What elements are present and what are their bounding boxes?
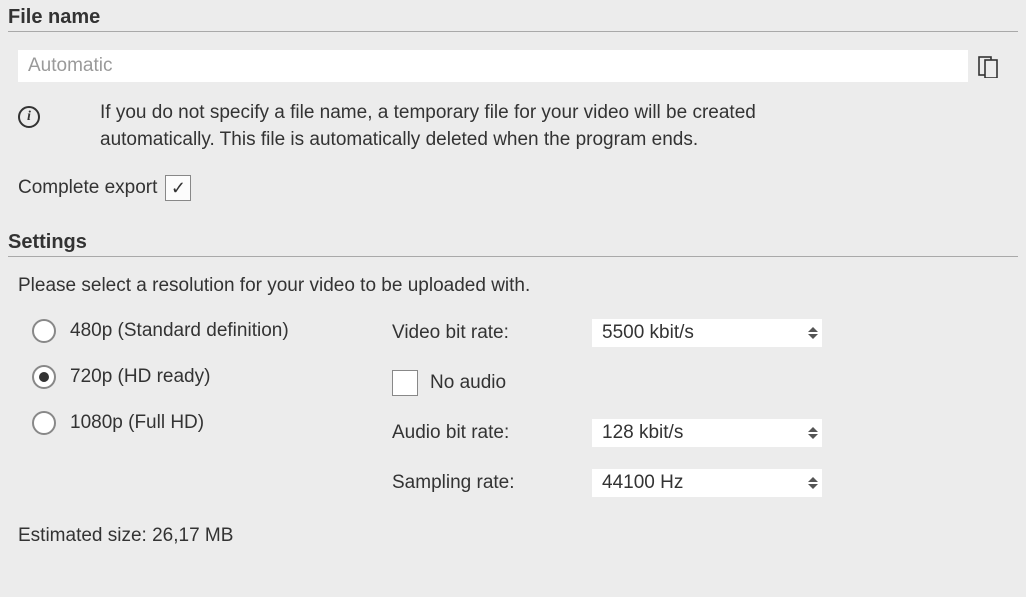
browse-button[interactable] (968, 50, 1008, 82)
spinner-buttons[interactable] (808, 477, 818, 489)
no-audio-label: No audio (430, 372, 506, 394)
folder-file-icon (976, 54, 1000, 78)
radio-icon (32, 319, 56, 343)
no-audio-checkbox[interactable] (392, 370, 418, 396)
spinner-buttons[interactable] (808, 327, 818, 339)
file-name-info-text: If you do not specify a file name, a tem… (100, 100, 860, 153)
chevron-down-icon (808, 434, 818, 439)
resolution-label: 1080p (Full HD) (70, 412, 204, 434)
resolution-label: 480p (Standard definition) (70, 320, 289, 342)
sampling-rate-value: 44100 Hz (602, 472, 683, 494)
check-icon: ✓ (171, 179, 186, 197)
audio-bitrate-value: 128 kbit/s (602, 422, 683, 444)
info-icon: i (18, 106, 40, 128)
chevron-up-icon (808, 477, 818, 482)
chevron-up-icon (808, 327, 818, 332)
spinner-buttons[interactable] (808, 427, 818, 439)
chevron-up-icon (808, 427, 818, 432)
sampling-rate-label: Sampling rate: (392, 469, 592, 497)
settings-intro-text: Please select a resolution for your vide… (18, 275, 1008, 297)
complete-export-checkbox[interactable]: ✓ (165, 175, 191, 201)
estimated-size-label: Estimated size: 26,17 MB (18, 525, 1008, 547)
chevron-down-icon (808, 484, 818, 489)
file-name-heading: File name (8, 6, 1018, 32)
resolution-label: 720p (HD ready) (70, 366, 210, 388)
complete-export-label: Complete export (18, 177, 157, 199)
radio-icon (32, 411, 56, 435)
resolution-radio-480p[interactable]: 480p (Standard definition) (32, 319, 392, 343)
video-bitrate-label: Video bit rate: (392, 319, 592, 347)
video-bitrate-spinner[interactable]: 5500 kbit/s (592, 319, 822, 347)
file-name-input[interactable] (18, 50, 968, 82)
settings-heading: Settings (8, 231, 1018, 257)
audio-bitrate-spinner[interactable]: 128 kbit/s (592, 419, 822, 447)
chevron-down-icon (808, 334, 818, 339)
audio-bitrate-label: Audio bit rate: (392, 419, 592, 447)
resolution-radio-720p[interactable]: 720p (HD ready) (32, 365, 392, 389)
resolution-radio-1080p[interactable]: 1080p (Full HD) (32, 411, 392, 435)
radio-icon (32, 365, 56, 389)
video-bitrate-value: 5500 kbit/s (602, 322, 694, 344)
sampling-rate-spinner[interactable]: 44100 Hz (592, 469, 822, 497)
